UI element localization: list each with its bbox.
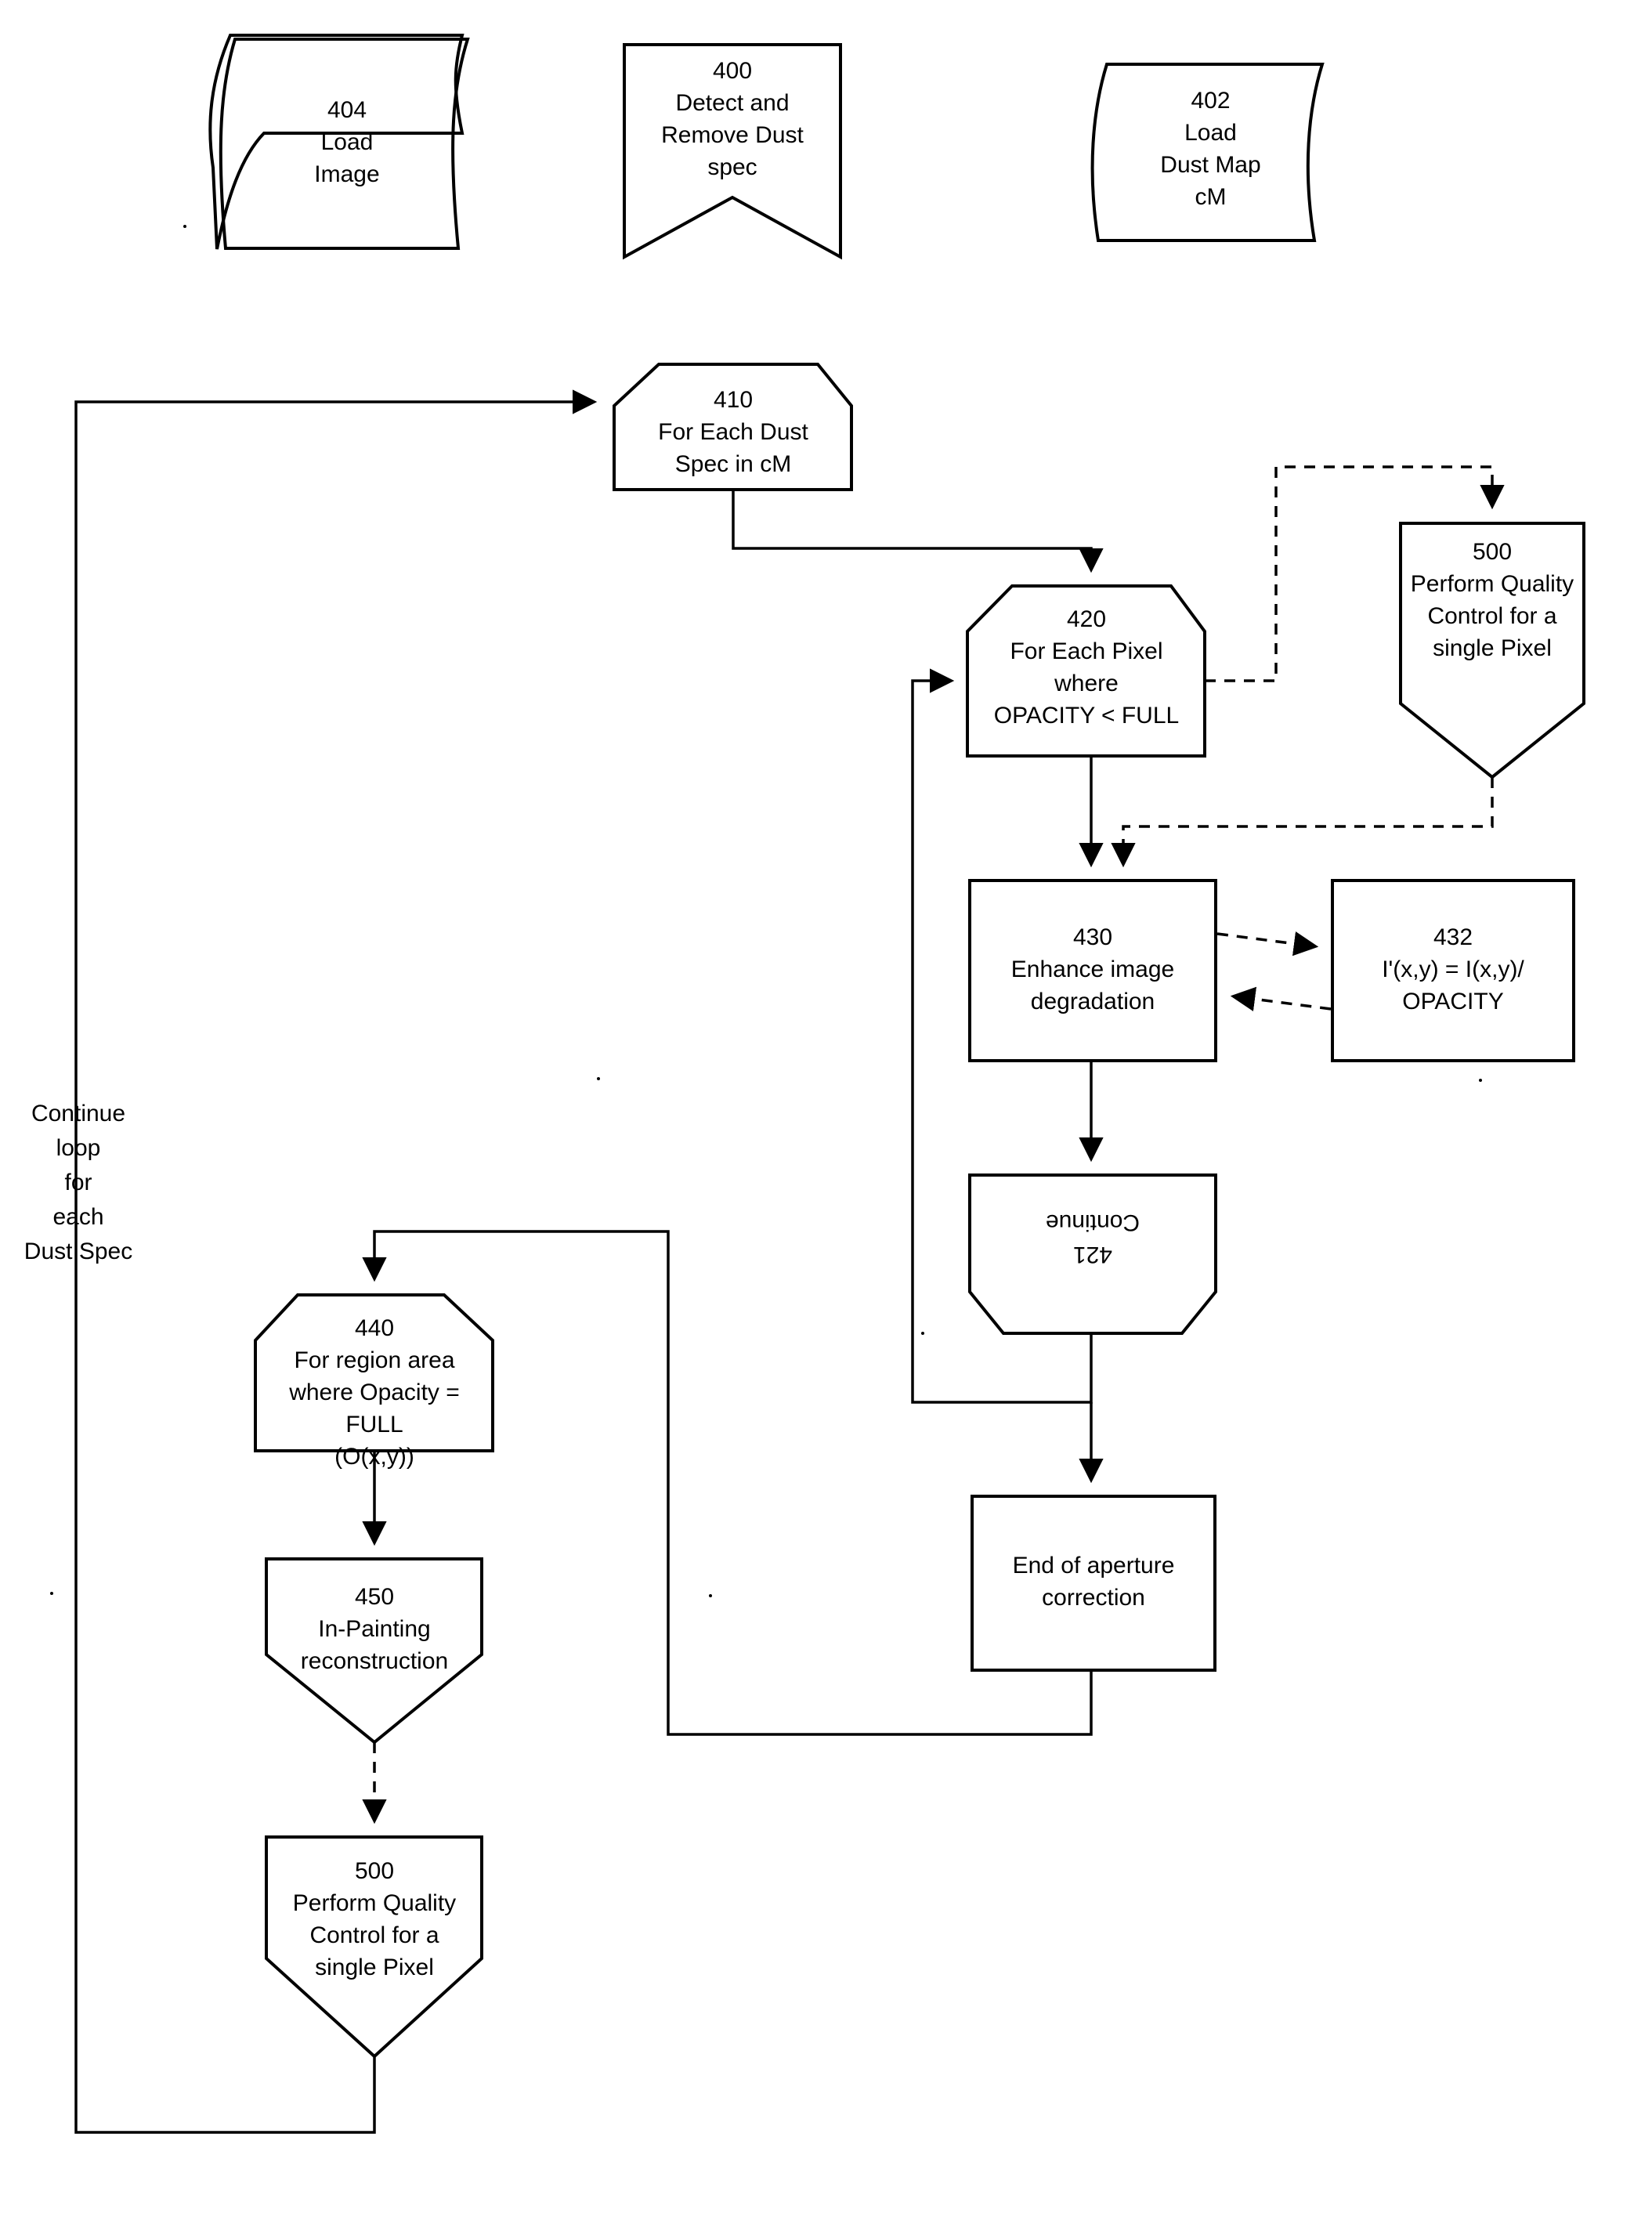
node-450 — [265, 1557, 483, 1745]
edge-430-432 — [1216, 931, 1319, 957]
node-402 — [1090, 63, 1325, 242]
node-440 — [254, 1293, 494, 1452]
node-421 — [968, 1173, 1217, 1335]
edge-410-420 — [732, 490, 1104, 573]
flowchart-svg — [74, 34, 1585, 2134]
node-404 — [208, 34, 465, 250]
node-404-outline — [219, 38, 470, 250]
scan-speck — [1479, 1079, 1482, 1082]
edge-432-430 — [1230, 986, 1332, 1012]
node-432 — [1331, 879, 1575, 1062]
continue-loop-annotation: Continue loop for each Dust Spec — [23, 1101, 133, 1264]
scan-speck — [921, 1332, 924, 1335]
node-410 — [613, 363, 853, 491]
edge-420-500top — [1205, 465, 1505, 682]
node-400 — [623, 43, 842, 260]
node-end-aperture — [971, 1495, 1216, 1672]
edge-500top-430 — [1111, 777, 1494, 868]
edge-421-420 — [911, 668, 1093, 1404]
scan-speck — [709, 1594, 712, 1597]
scan-speck — [597, 1077, 600, 1080]
node-420 — [966, 584, 1206, 758]
scan-speck — [183, 225, 186, 228]
node-500-top — [1399, 522, 1585, 779]
node-500-bottom — [265, 1835, 483, 2059]
node-430 — [968, 879, 1217, 1062]
flowchart-canvas: 404 Load Image 400 Detect and Remove Dus… — [0, 0, 1652, 2224]
scan-speck — [50, 1592, 53, 1595]
